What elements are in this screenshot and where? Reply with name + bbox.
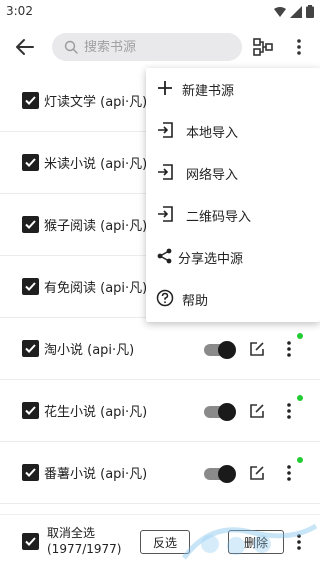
source-name: 灯读文学 (api·凡): [44, 95, 148, 110]
edit-icon[interactable]: [248, 464, 266, 482]
source-name: 有免阅读 (api·凡): [44, 281, 148, 296]
import-icon: [158, 122, 173, 138]
select-count: (1977/1977): [47, 542, 122, 556]
source-checkbox[interactable]: [22, 92, 39, 109]
source-row[interactable]: 花生小说 (api·凡): [0, 380, 320, 442]
select-all-checkbox[interactable]: [22, 533, 39, 550]
battery-icon: [306, 5, 314, 18]
source-checkbox[interactable]: [22, 278, 39, 295]
help-icon: [156, 289, 174, 307]
back-arrow-icon[interactable]: [14, 36, 36, 58]
source-row[interactable]: 淘小说 (api·凡): [0, 318, 320, 380]
enable-toggle[interactable]: [204, 464, 236, 483]
menu-item-local-import[interactable]: 本地导入: [146, 110, 320, 152]
menu-item-qrcode-import[interactable]: 二维码导入: [146, 194, 320, 236]
source-checkbox[interactable]: [22, 154, 39, 171]
more-vert-icon[interactable]: [282, 338, 296, 360]
toolbar: [0, 24, 320, 70]
signal-icon: [290, 5, 302, 18]
search-input[interactable]: [84, 39, 234, 55]
source-name: 花生小说 (api·凡): [44, 405, 148, 420]
menu-item-help[interactable]: 帮助: [146, 278, 320, 320]
source-row[interactable]: 番薯小说 (api·凡): [0, 442, 320, 504]
source-name: 淘小说 (api·凡): [44, 343, 135, 358]
edit-icon[interactable]: [248, 340, 266, 358]
more-vert-icon[interactable]: [282, 400, 296, 422]
enable-toggle[interactable]: [204, 340, 236, 359]
search-bar[interactable]: [52, 33, 242, 61]
menu-item-share-selected[interactable]: 分享选中源: [146, 236, 320, 278]
menu-item-label: 网络导入: [186, 167, 239, 183]
share-icon: [157, 248, 172, 264]
menu-item-new-source[interactable]: 新建书源: [146, 68, 320, 110]
watermark-logo: [181, 523, 318, 560]
import-icon: [158, 206, 173, 222]
wifi-icon: [274, 6, 286, 17]
select-all-text: 取消全选: [47, 526, 96, 540]
search-icon: [64, 40, 78, 54]
enabled-dot: [297, 457, 303, 463]
source-checkbox[interactable]: [22, 402, 39, 419]
source-name: 番薯小说 (api·凡): [44, 467, 148, 482]
enabled-dot: [297, 395, 303, 401]
more-vert-icon[interactable]: [292, 36, 306, 58]
status-icons: [274, 5, 314, 18]
menu-item-label: 二维码导入: [186, 209, 252, 225]
menu-item-label: 本地导入: [186, 125, 239, 141]
group-icon[interactable]: [252, 36, 274, 58]
status-bar: 3:02: [0, 0, 320, 24]
plus-icon: [158, 81, 172, 95]
overflow-menu: 新建书源 本地导入 网络导入 二维码导入 分享选中源 帮助: [146, 68, 320, 322]
source-name: 米读小说 (api·凡): [44, 157, 148, 172]
status-time: 3:02: [6, 4, 33, 18]
enabled-dot: [297, 333, 303, 339]
menu-item-label: 帮助: [182, 293, 209, 309]
select-all-label[interactable]: 取消全选 (1977/1977): [47, 525, 121, 557]
more-vert-icon[interactable]: [282, 462, 296, 484]
source-checkbox[interactable]: [22, 464, 39, 481]
source-checkbox[interactable]: [22, 216, 39, 233]
import-icon: [158, 164, 173, 180]
menu-item-label: 分享选中源: [178, 251, 244, 267]
menu-item-label: 新建书源: [182, 83, 235, 99]
enable-toggle[interactable]: [204, 402, 236, 421]
source-checkbox[interactable]: [22, 340, 39, 357]
menu-item-network-import[interactable]: 网络导入: [146, 152, 320, 194]
edit-icon[interactable]: [248, 402, 266, 420]
source-name: 猴子阅读 (api·凡): [44, 219, 148, 234]
